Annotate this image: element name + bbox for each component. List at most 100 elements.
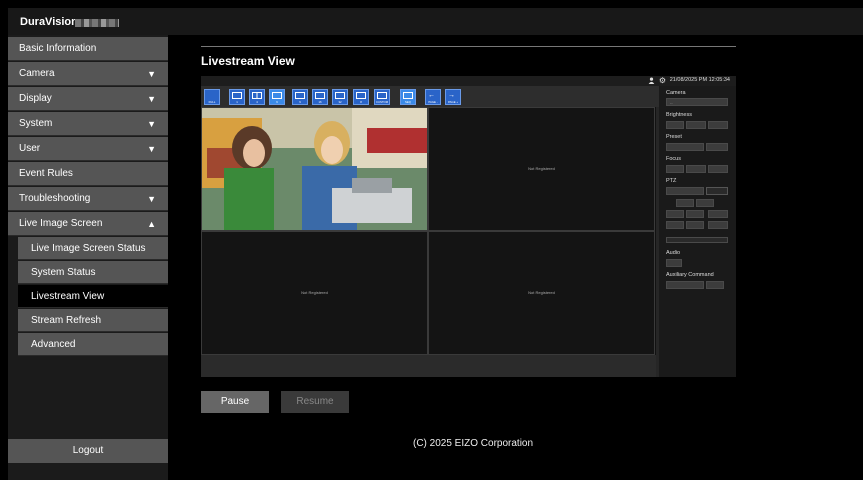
sidebar-item-user[interactable]: User ▼ <box>8 137 168 161</box>
page-next-button[interactable]: → PAGE + <box>445 89 461 105</box>
auxiliary-command-select[interactable] <box>666 281 704 289</box>
zoom-slider[interactable] <box>666 237 728 243</box>
focus-near-button[interactable] <box>666 165 684 173</box>
auxiliary-command-label: Auxiliary Command <box>666 272 714 278</box>
focus-far-button[interactable] <box>708 165 728 173</box>
layout-1-button[interactable]: 1 <box>229 89 245 105</box>
sidebar-item-label: User <box>19 143 41 154</box>
sidebar-subitem-label: Live Image Screen Status <box>31 243 146 254</box>
logout-button[interactable]: Logout <box>8 439 168 463</box>
chevron-down-icon: ▼ <box>147 69 156 79</box>
ptz-toggle[interactable] <box>706 187 728 195</box>
ptz-up-button[interactable] <box>696 199 714 207</box>
app-header: DuraVision <box>8 8 863 35</box>
ptz-up-left-button[interactable] <box>676 199 694 207</box>
sidebar-item-label: Live Image Screen <box>19 218 103 229</box>
page-prev-button[interactable]: ← PAGE - <box>425 89 441 105</box>
ptz-select[interactable] <box>666 187 704 195</box>
page-title: Livestream View <box>201 54 295 68</box>
ptz-left-button[interactable] <box>666 210 684 218</box>
chevron-up-icon: ▲ <box>147 219 156 229</box>
camera-cell-3[interactable]: Not Registered <box>201 231 428 355</box>
layout-full-button[interactable]: FULL <box>204 89 220 105</box>
layout-32-button[interactable]: 32 <box>332 89 348 105</box>
preset-go-button[interactable] <box>706 143 728 151</box>
chevron-down-icon: ▼ <box>147 94 156 104</box>
viewer-status-bar: ⚙ 21/08/2025 PM 12:05:34 <box>201 76 736 86</box>
layout-4-button[interactable]: 4 <box>249 89 265 105</box>
chevron-down-icon: ▼ <box>147 119 156 129</box>
layout-16-button[interactable]: 16 <box>312 89 328 105</box>
grid-footer-bar <box>201 355 656 377</box>
audio-button[interactable] <box>666 259 682 267</box>
sidebar: Basic Information Camera ▼ Display ▼ Sys… <box>8 35 168 480</box>
device-name-redacted <box>75 19 119 27</box>
sidebar-subitem-label: Stream Refresh <box>31 315 102 326</box>
focus-auto-button[interactable] <box>686 165 706 173</box>
user-icon[interactable] <box>648 77 655 84</box>
auxiliary-command-send-button[interactable] <box>706 281 724 289</box>
ptz-label: PTZ <box>666 178 677 184</box>
livestream-viewer: ⚙ 21/08/2025 PM 12:05:34 FULL 1 4 6 9 16… <box>201 76 736 377</box>
sidebar-item-system[interactable]: System ▼ <box>8 112 168 136</box>
sidebar-subitem-livestream-view[interactable]: Livestream View <box>18 285 168 308</box>
gear-icon[interactable]: ⚙ <box>659 76 666 85</box>
brightness-minus-button[interactable] <box>666 121 684 129</box>
copyright-footer: (C) 2025 EIZO Corporation <box>413 438 534 449</box>
layout-9-button[interactable]: 9 <box>292 89 308 105</box>
ptz-right-button[interactable] <box>708 210 728 218</box>
sidebar-item-live-image-screen[interactable]: Live Image Screen ▲ <box>8 212 168 236</box>
sidebar-item-label: Camera <box>19 68 55 79</box>
brightness-reset-button[interactable] <box>686 121 706 129</box>
camera-cell-2[interactable]: Not Registered <box>428 107 655 231</box>
preset-select[interactable] <box>666 143 704 151</box>
title-divider <box>201 46 736 47</box>
brightness-label: Brightness <box>666 112 692 118</box>
camera-select[interactable]: -- <box>666 98 728 106</box>
layout-toolbar: FULL 1 4 6 9 16 32 8 CUSTOM SEQ ← PAGE - … <box>201 86 736 107</box>
sidebar-item-display[interactable]: Display ▼ <box>8 87 168 111</box>
layout-6-button[interactable]: 6 <box>269 89 285 105</box>
brightness-plus-button[interactable] <box>708 121 728 129</box>
sidebar-subitem-system-status[interactable]: System Status <box>18 261 168 284</box>
ptz-down-left-button[interactable] <box>666 221 684 229</box>
ptz-down-right-button[interactable] <box>708 221 728 229</box>
pause-button[interactable]: Pause <box>201 391 269 413</box>
layout-custom-button[interactable]: CUSTOM <box>374 89 390 105</box>
not-registered-label: Not Registered <box>528 290 555 295</box>
camera-live-image <box>202 108 427 230</box>
camera-control-panel: Camera -- Brightness Preset Focus PTZ Au… <box>659 86 736 377</box>
chevron-down-icon: ▼ <box>147 194 156 204</box>
ptz-home-button[interactable] <box>686 210 704 218</box>
sidebar-subitem-advanced[interactable]: Advanced <box>18 333 168 356</box>
sequence-button[interactable]: SEQ <box>400 89 416 105</box>
not-registered-label: Not Registered <box>301 290 328 295</box>
sidebar-subitem-live-image-screen-status[interactable]: Live Image Screen Status <box>18 237 168 260</box>
sidebar-item-label: Display <box>19 93 52 104</box>
sidebar-item-troubleshooting[interactable]: Troubleshooting ▼ <box>8 187 168 211</box>
ptz-down-button[interactable] <box>686 221 704 229</box>
chevron-down-icon: ▼ <box>147 144 156 154</box>
resume-button[interactable]: Resume <box>281 391 349 413</box>
sidebar-subitem-label: Livestream View <box>31 291 105 302</box>
sidebar-item-label: Basic Information <box>19 43 97 54</box>
camera-label: Camera <box>666 90 686 96</box>
sidebar-item-label: Event Rules <box>19 168 73 179</box>
preset-label: Preset <box>666 134 682 140</box>
sidebar-item-label: Troubleshooting <box>19 193 91 204</box>
camera-grid: Not Registered Not Registered Not Regist… <box>201 107 656 355</box>
sidebar-subitem-stream-refresh[interactable]: Stream Refresh <box>18 309 168 332</box>
sidebar-item-label: System <box>19 118 53 129</box>
sidebar-item-basic-information[interactable]: Basic Information <box>8 37 168 61</box>
camera-cell-1[interactable] <box>201 107 428 231</box>
not-registered-label: Not Registered <box>528 166 555 171</box>
focus-label: Focus <box>666 156 681 162</box>
sidebar-subitem-label: System Status <box>31 267 96 278</box>
sidebar-item-event-rules[interactable]: Event Rules <box>8 162 168 186</box>
brand-logo: DuraVision <box>20 16 78 28</box>
sidebar-item-camera[interactable]: Camera ▼ <box>8 62 168 86</box>
audio-label: Audio <box>666 250 681 256</box>
camera-cell-4[interactable]: Not Registered <box>428 231 655 355</box>
datetime-display: 21/08/2025 PM 12:05:34 <box>669 77 730 83</box>
layout-8-button[interactable]: 8 <box>353 89 369 105</box>
